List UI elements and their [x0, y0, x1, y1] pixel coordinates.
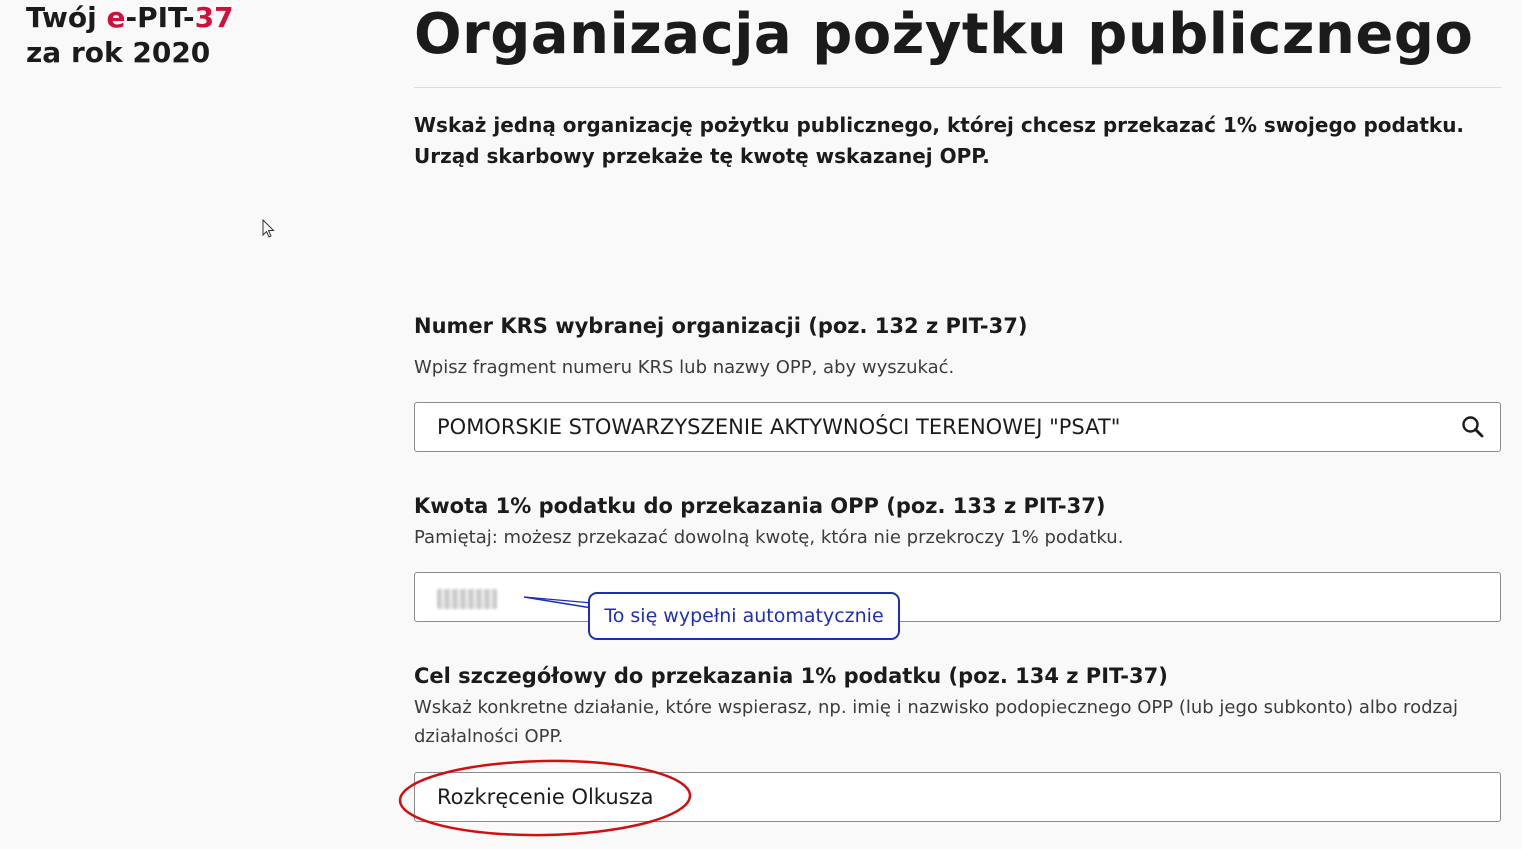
amount-field[interactable]: [414, 572, 1501, 622]
krs-search-value: POMORSKIE STOWARZYSZENIE AKTYWNOŚCI TERE…: [437, 415, 1121, 439]
goal-value: Rozkręcenie Olkusza: [437, 785, 654, 809]
brand-line-1: Twój e-PIT-37: [26, 0, 234, 35]
amount-hint: Pamiętaj: możesz przekazać dowolną kwotę…: [414, 527, 1124, 548]
title-divider: [414, 87, 1501, 88]
brand-number: 37: [194, 1, 234, 34]
goal-label: Cel szczegółowy do przekazania 1% podatk…: [414, 664, 1168, 688]
intro-text: Wskaż jedną organizację pożytku publiczn…: [414, 113, 1465, 168]
goal-field[interactable]: Rozkręcenie Olkusza: [414, 772, 1501, 822]
goal-hint: Wskaż konkretne działanie, które wspiera…: [414, 697, 1458, 747]
brand-prefix: Twój: [26, 1, 107, 34]
amount-blurred-value: [437, 589, 497, 609]
autofill-callout: To się wypełni automatycznie: [588, 592, 900, 640]
brand-e: e: [106, 1, 126, 34]
page-title: Organizacja pożytku publicznego: [414, 2, 1474, 67]
krs-search-field[interactable]: POMORSKIE STOWARZYSZENIE AKTYWNOŚCI TERE…: [414, 402, 1501, 452]
brand-year: za rok 2020: [26, 36, 211, 69]
search-icon[interactable]: [1461, 415, 1485, 439]
amount-label: Kwota 1% podatku do przekazania OPP (poz…: [414, 494, 1106, 518]
brand-pit: -PIT-: [125, 1, 195, 34]
krs-label: Numer KRS wybranej organizacji (poz. 132…: [414, 314, 1028, 338]
mouse-cursor-icon: [262, 219, 275, 238]
krs-hint: Wpisz fragment numeru KRS lub nazwy OPP,…: [414, 357, 955, 378]
brand-logo: Twój e-PIT-37 za rok 2020: [26, 0, 234, 70]
